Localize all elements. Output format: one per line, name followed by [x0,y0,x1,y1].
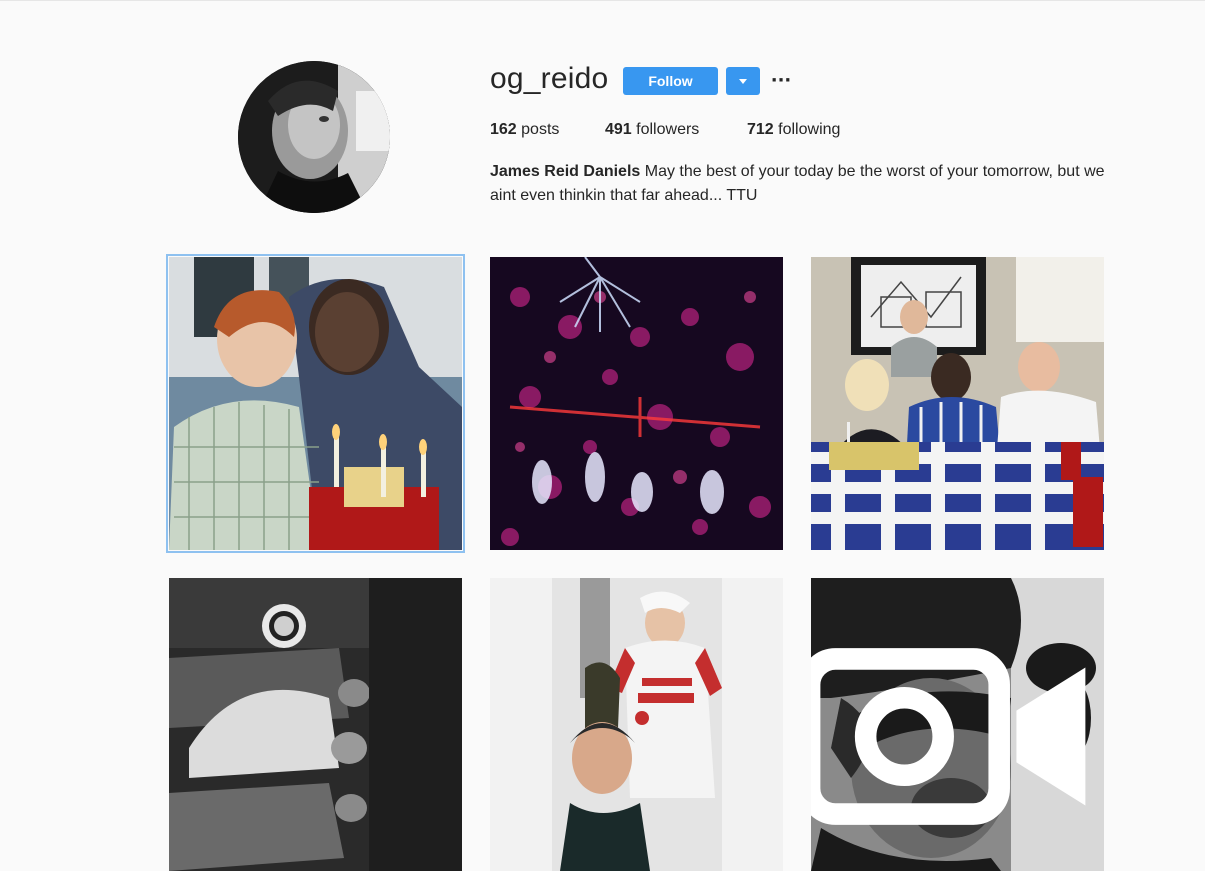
following-link[interactable]: 712 following [747,121,840,139]
avatar[interactable] [238,61,390,213]
posts-label: posts [521,121,560,138]
post-image [490,578,783,871]
profile-full-name: James Reid Daniels [490,163,641,180]
post-thumbnail[interactable] [490,578,783,871]
posts-count: 162 [490,121,517,138]
post-thumbnail[interactable] [811,257,1104,550]
more-options-icon[interactable]: ··· [770,68,792,94]
post-image [811,257,1104,550]
suggestions-dropdown-button[interactable] [726,67,760,95]
post-image [169,578,462,871]
following-count: 712 [747,121,774,138]
post-image [490,257,783,550]
post-thumbnail[interactable] [169,578,462,871]
video-camera-icon [811,648,1086,825]
follow-button[interactable]: Follow [623,67,718,95]
post-image [169,257,462,550]
following-label: following [778,121,841,138]
followers-count: 491 [605,121,632,138]
post-thumbnail[interactable] [166,254,465,553]
followers-label: followers [636,121,700,138]
followers-link[interactable]: 491 followers [605,121,699,139]
post-thumbnail[interactable] [490,257,783,550]
profile-username: og_reido [490,62,609,95]
chevron-down-icon [739,78,747,84]
post-thumbnail[interactable] [811,578,1104,871]
posts-stat: 162 posts [490,121,559,139]
top-divider [0,0,1205,1]
profile-bio: James Reid Daniels May the best of your … [490,160,1110,208]
